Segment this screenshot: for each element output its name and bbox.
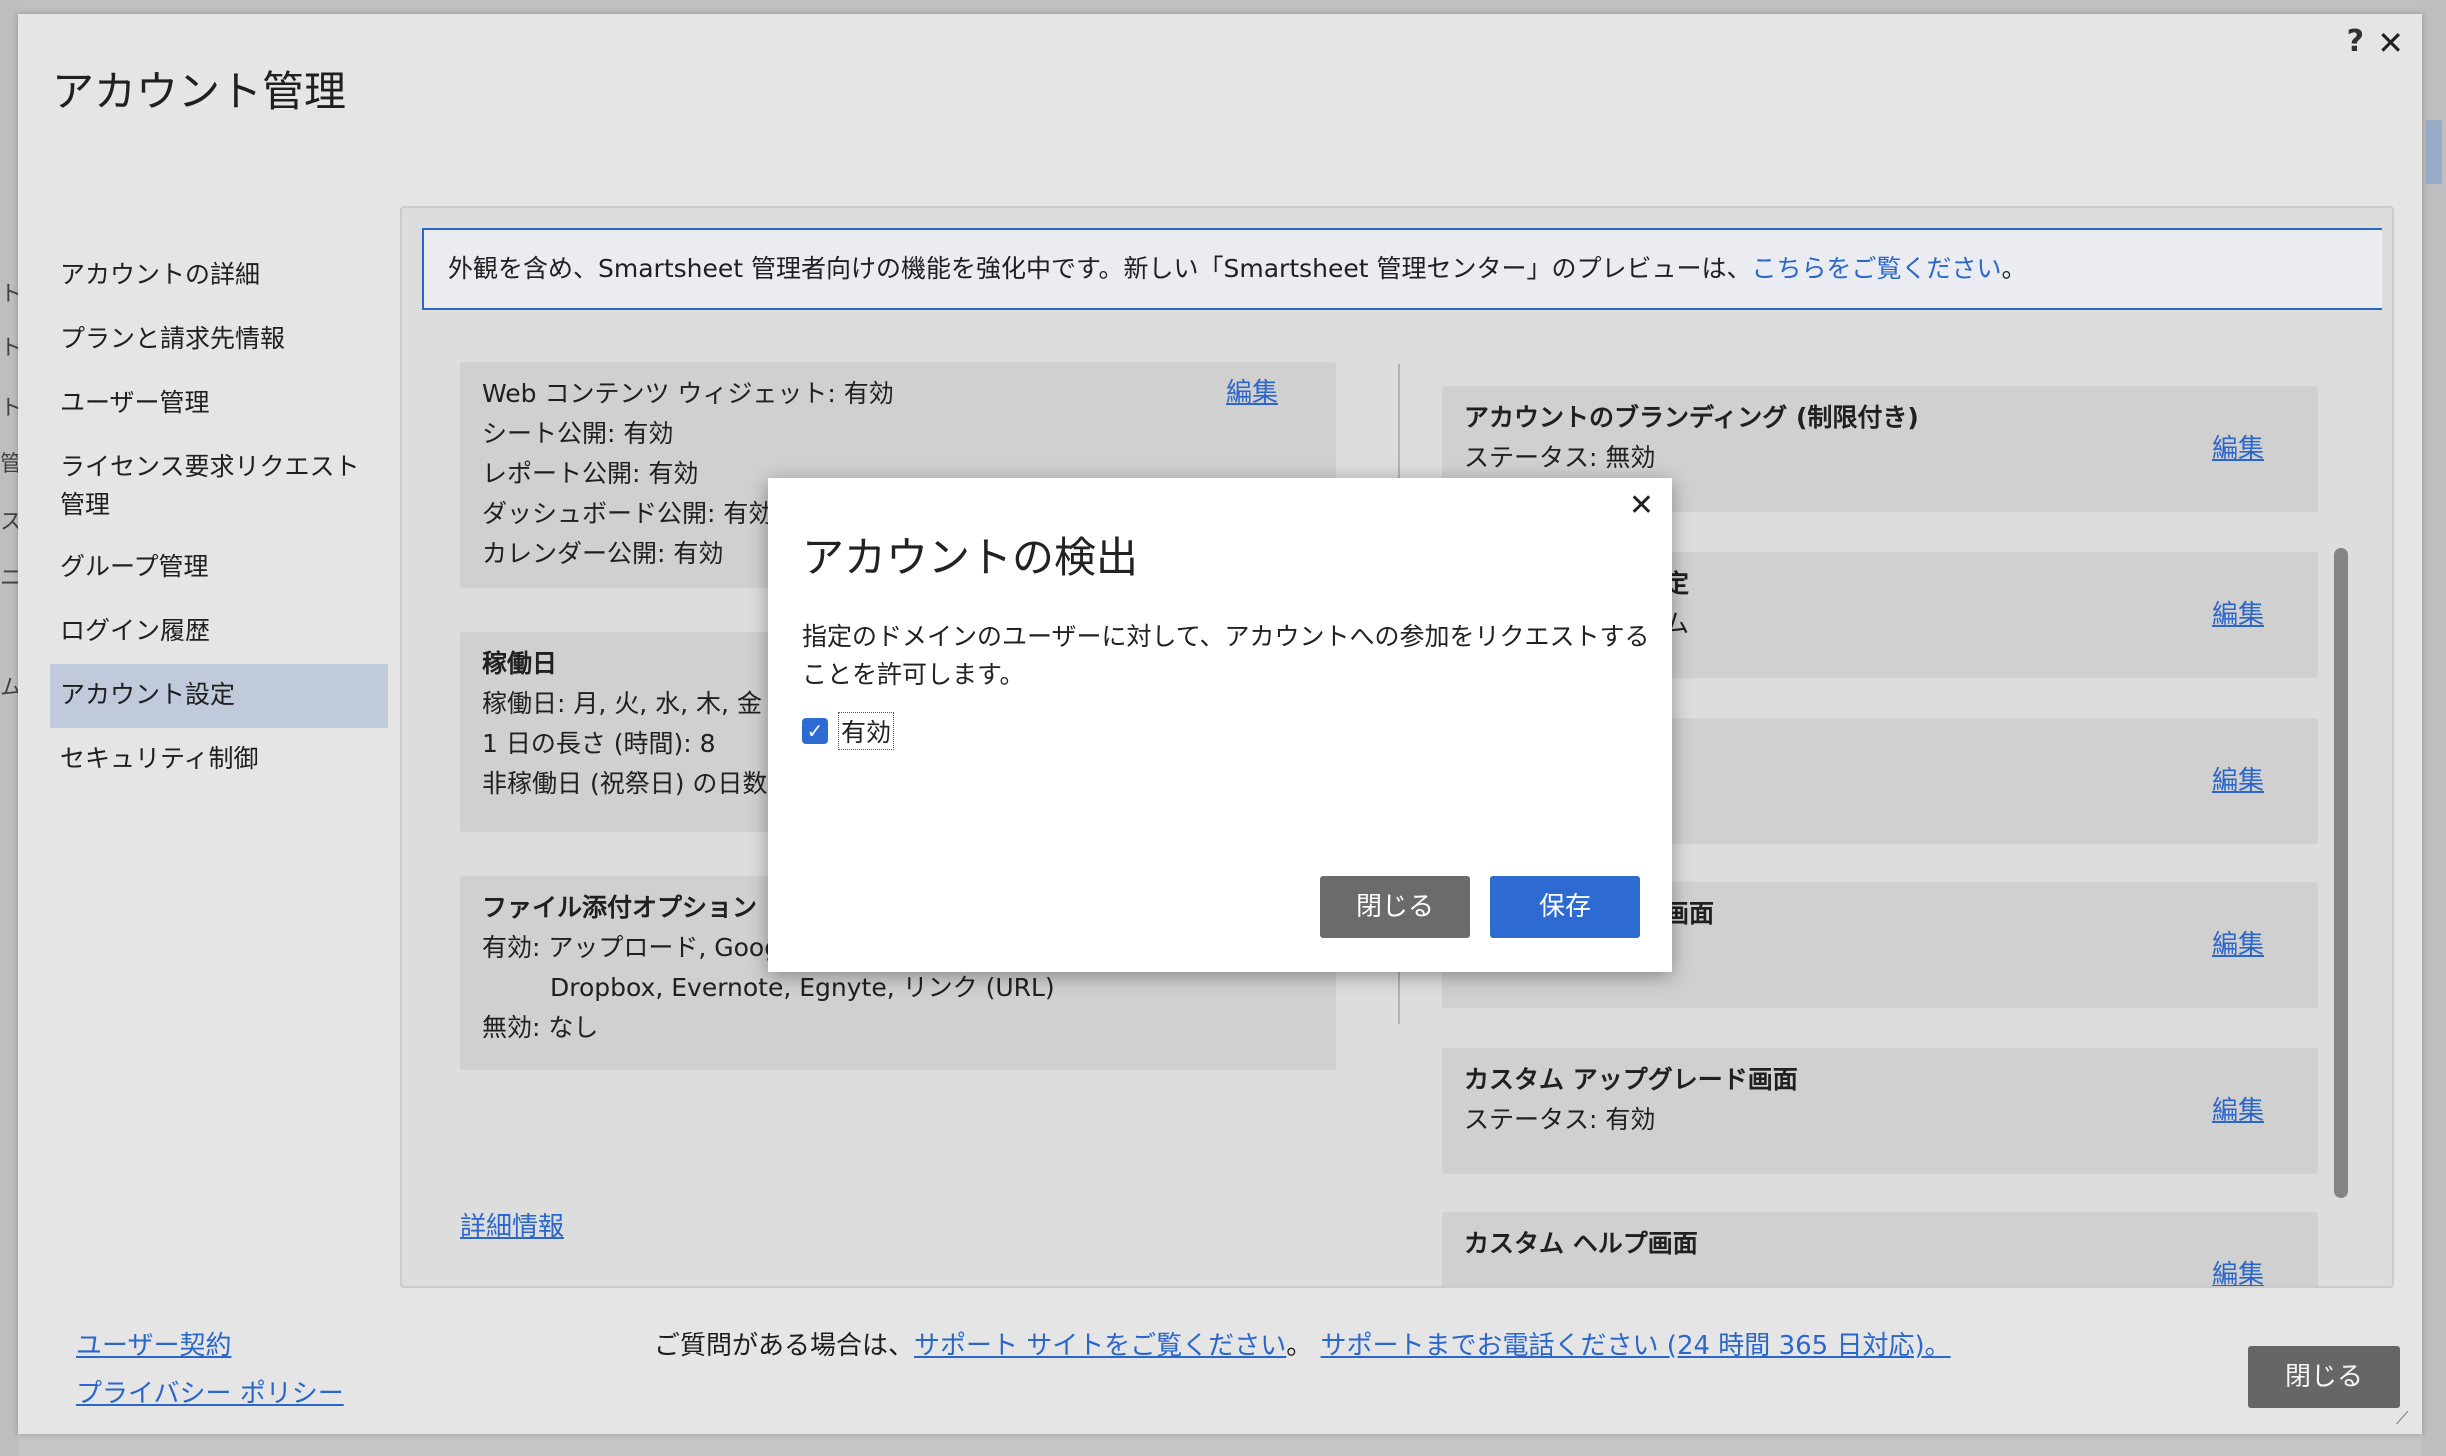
enabled-checkbox-label[interactable]: 有効 (838, 712, 895, 750)
account-discovery-modal: ✕ アカウントの検出 指定のドメインのユーザーに対して、アカウントへの参加をリク… (768, 478, 1672, 972)
modal-title: アカウントの検出 (802, 533, 1139, 582)
enabled-checkbox[interactable]: ✓ (802, 718, 828, 744)
modal-close-button[interactable]: 閉じる (1320, 876, 1470, 938)
modal-save-button[interactable]: 保存 (1490, 876, 1640, 938)
modal-close-icon[interactable]: ✕ (1629, 488, 1654, 523)
enabled-checkbox-row: ✓ 有効 (802, 712, 895, 750)
modal-description: 指定のドメインのユーザーに対して、アカウントへの参加をリクエストすることを許可し… (802, 622, 1650, 689)
